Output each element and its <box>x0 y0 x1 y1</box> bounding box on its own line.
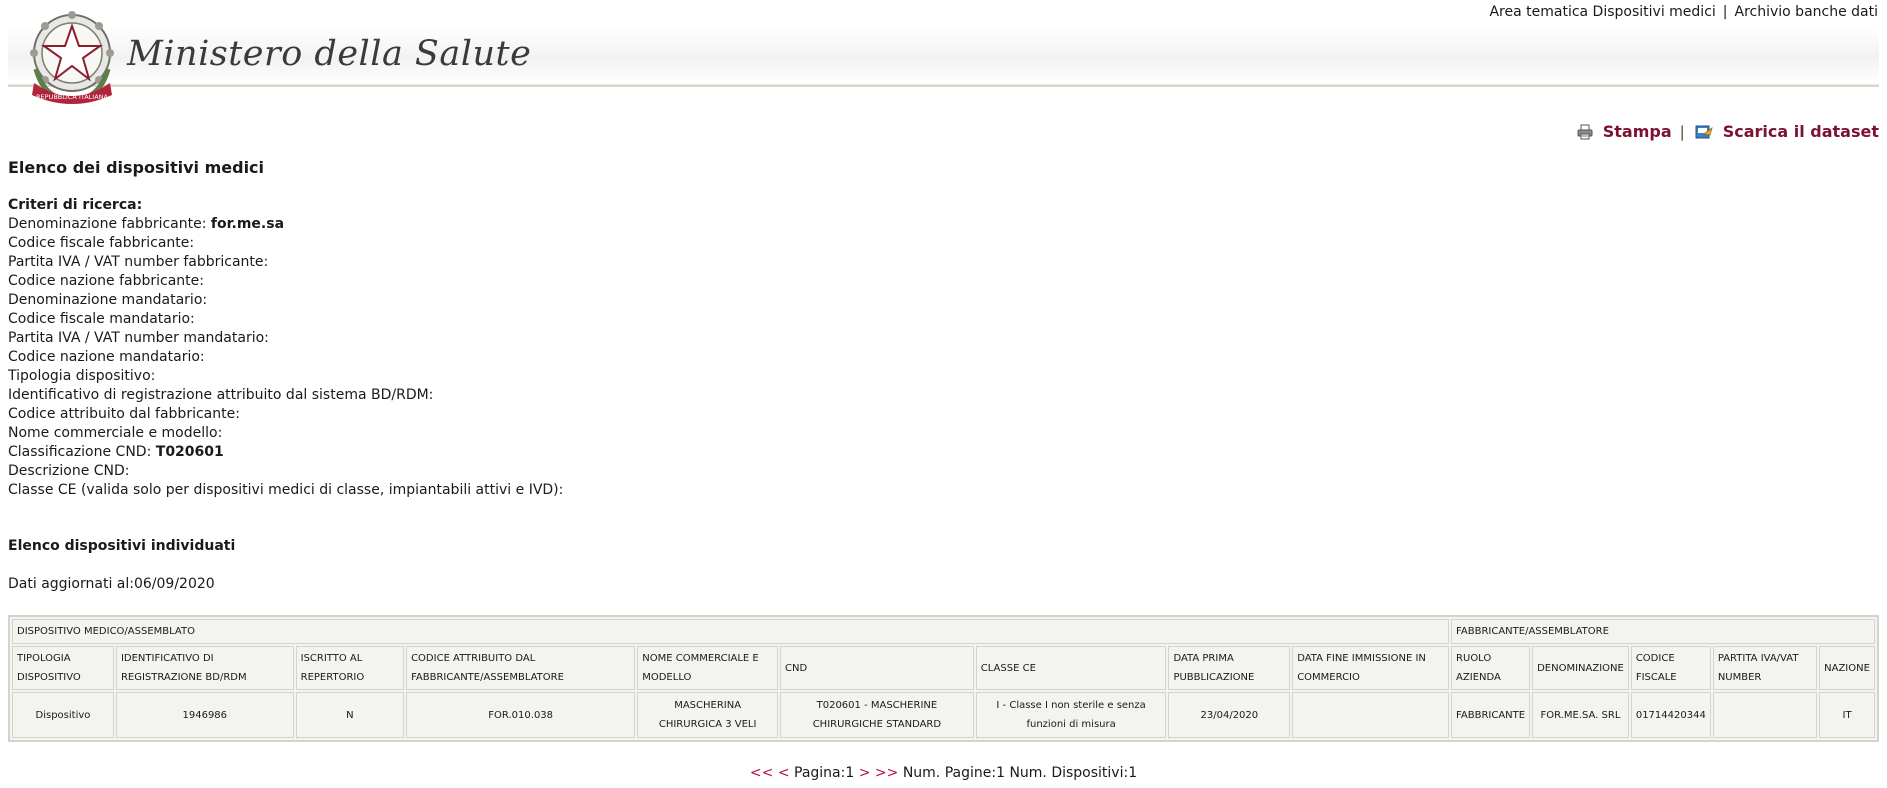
link-archivio-banche-dati[interactable]: Archivio banche dati <box>1735 4 1879 20</box>
criteria-label: Identificativo di registrazione attribui… <box>8 387 434 403</box>
column-header: IDENTIFICATIVO DI REGISTRAZIONE BD/RDM <box>115 646 294 690</box>
actions-bar: Stampa | Scarica il dataset <box>1577 122 1879 141</box>
ministero-wordmark: Ministero della Salute <box>127 34 532 74</box>
column-header: NAZIONE <box>1819 646 1875 690</box>
cell-codice-fiscale: 01714420344 <box>1630 692 1711 738</box>
cell-cnd: T020601 - MASCHERINE CHIRURGICHE STANDAR… <box>780 692 974 738</box>
criteria-row: Denominazione fabbricante: for.me.sa <box>8 215 563 234</box>
criteria-row: Identificativo di registrazione attribui… <box>8 386 563 405</box>
criteria-label: Nome commerciale e modello: <box>8 425 223 441</box>
table-row[interactable]: Dispositivo 1946986 N FOR.010.038 MASCHE… <box>12 692 1875 738</box>
criteria-row: Classe CE (valida solo per dispositivi m… <box>8 481 563 500</box>
cell-classe-ce: I - Classe I non sterile e senza funzion… <box>975 692 1167 738</box>
dataset-download-icon <box>1695 125 1713 138</box>
criteria-row: Descrizione CND: <box>8 462 563 481</box>
criteria-row: Codice fiscale mandatario: <box>8 310 563 329</box>
repubblica-italiana-emblem-icon[interactable]: REPUBBLICA ITALIANA <box>26 9 118 109</box>
criteria-label: Partita IVA / VAT number mandatario: <box>8 330 269 346</box>
column-header: DATA FINE IMMISSIONE IN COMMERCIO <box>1292 646 1450 690</box>
criteria-row: Codice nazione mandatario: <box>8 348 563 367</box>
print-label: Stampa <box>1602 122 1672 141</box>
criteria-row: Codice attribuito dal fabbricante: <box>8 405 563 424</box>
column-header: ISCRITTO AL REPERTORIO <box>295 646 405 690</box>
criteria-label: Codice fiscale mandatario: <box>8 311 195 327</box>
criteria-label: Codice attribuito dal fabbricante: <box>8 406 240 422</box>
criteria-label: Classificazione CND: <box>8 444 156 460</box>
criteria-label: Descrizione CND: <box>8 463 130 479</box>
column-header: TIPOLOGIA DISPOSITIVO <box>12 646 114 690</box>
criteria-label: Tipologia dispositivo: <box>8 368 156 384</box>
criteria-row: Tipologia dispositivo: <box>8 367 563 386</box>
device-count: Num. Dispositivi:1 <box>1009 765 1138 781</box>
header-divider <box>8 84 1879 87</box>
criteria-label: Denominazione fabbricante: <box>8 216 211 232</box>
top-links-separator: | <box>1722 4 1728 20</box>
pagination: << < Pagina:1 > >> Num. Pagine:1 Num. Di… <box>0 765 1887 781</box>
group-header-device: DISPOSITIVO MEDICO/ASSEMBLATO <box>12 619 1450 644</box>
criteria-label: Codice nazione fabbricante: <box>8 273 204 289</box>
column-header: RUOLO AZIENDA <box>1451 646 1531 690</box>
search-criteria: Criteri di ricerca: Denominazione fabbri… <box>8 196 563 500</box>
top-links: Area tematica Dispositivi medici | Archivi… <box>1489 4 1878 20</box>
svg-text:REPUBBLICA ITALIANA: REPUBBLICA ITALIANA <box>36 93 108 101</box>
cell-ruolo-azienda: FABBRICANTE <box>1451 692 1531 738</box>
print-button[interactable]: Stampa <box>1577 122 1672 141</box>
criteria-heading: Criteri di ricerca: <box>8 197 143 213</box>
column-header: DENOMINAZIONE <box>1532 646 1629 690</box>
criteria-label: Codice nazione mandatario: <box>8 349 205 365</box>
cell-iscritto: N <box>295 692 405 738</box>
cell-tipologia: Dispositivo <box>12 692 114 738</box>
criteria-label: Denominazione mandatario: <box>8 292 208 308</box>
column-header: PARTITA IVA/VAT NUMBER <box>1712 646 1818 690</box>
page-indicator: Pagina:1 <box>794 765 855 781</box>
column-header: NOME COMMERCIALE E MODELLO <box>637 646 779 690</box>
cell-data-fine-immissione <box>1292 692 1450 738</box>
page-count: Num. Pagine:1 <box>902 765 1005 781</box>
cell-identificativo: 1946986 <box>115 692 294 738</box>
criteria-row: Partita IVA / VAT number mandatario: <box>8 329 563 348</box>
results-title: Elenco dispositivi individuati <box>8 538 236 554</box>
column-header: CODICE FISCALE <box>1630 646 1711 690</box>
data-updated-date: Dati aggiornati al:06/09/2020 <box>8 576 215 592</box>
table-group-header-row: DISPOSITIVO MEDICO/ASSEMBLATO FABBRICANT… <box>12 619 1875 644</box>
cell-nome-commerciale: MASCHERINA CHIRURGICA 3 VELI <box>637 692 779 738</box>
group-header-manufacturer: FABBRICANTE/ASSEMBLATORE <box>1451 619 1875 644</box>
column-header: CODICE ATTRIBUITO DAL FABBRICANTE/ASSEMB… <box>406 646 636 690</box>
cell-partita-iva <box>1712 692 1818 738</box>
criteria-row: Denominazione mandatario: <box>8 291 563 310</box>
first-page-link[interactable]: << <box>750 765 773 781</box>
link-area-tematica[interactable]: Area tematica Dispositivi medici <box>1489 4 1715 20</box>
prev-page-link[interactable]: < <box>778 765 790 781</box>
column-header: DATA PRIMA PUBBLICAZIONE <box>1168 646 1291 690</box>
download-dataset-label: Scarica il dataset <box>1722 122 1879 141</box>
download-dataset-button[interactable]: Scarica il dataset <box>1695 122 1879 141</box>
criteria-label: Codice fiscale fabbricante: <box>8 235 195 251</box>
table-column-header-row: TIPOLOGIA DISPOSITIVO IDENTIFICATIVO DI … <box>12 646 1875 690</box>
cell-data-prima-pubblicazione: 23/04/2020 <box>1168 692 1291 738</box>
criteria-value: T020601 <box>155 444 224 460</box>
criteria-label: Partita IVA / VAT number fabbricante: <box>8 254 269 270</box>
criteria-row: Nome commerciale e modello: <box>8 424 563 443</box>
criteria-label: Classe CE (valida solo per dispositivi m… <box>8 482 564 498</box>
results-table: DISPOSITIVO MEDICO/ASSEMBLATO FABBRICANT… <box>8 615 1879 742</box>
criteria-row: Codice fiscale fabbricante: <box>8 234 563 253</box>
cell-denominazione: FOR.ME.SA. SRL <box>1532 692 1629 738</box>
criteria-row: Codice nazione fabbricante: <box>8 272 563 291</box>
next-page-link[interactable]: > <box>859 765 871 781</box>
cell-nazione: IT <box>1819 692 1875 738</box>
actions-separator: | <box>1679 122 1685 141</box>
last-page-link[interactable]: >> <box>875 765 898 781</box>
criteria-value: for.me.sa <box>210 216 285 232</box>
column-header: CND <box>780 646 974 690</box>
criteria-row: Partita IVA / VAT number fabbricante: <box>8 253 563 272</box>
column-header: CLASSE CE <box>975 646 1167 690</box>
cell-codice-fabbricante: FOR.010.038 <box>406 692 636 738</box>
page-title: Elenco dei dispositivi medici <box>8 158 265 177</box>
criteria-row: Classificazione CND: T020601 <box>8 443 563 462</box>
printer-icon <box>1577 124 1593 139</box>
